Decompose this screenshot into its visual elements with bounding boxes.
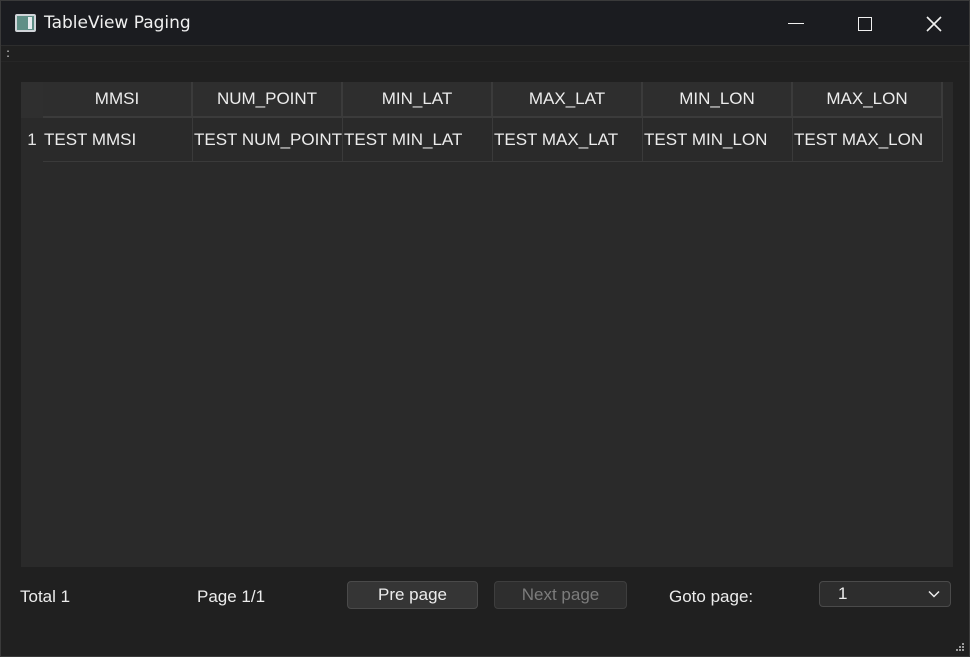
row-header[interactable]: 1 bbox=[21, 118, 43, 162]
table-header: MMSI NUM_POINT MIN_LAT MAX_LAT MIN_LON M… bbox=[43, 82, 943, 118]
paging-footer: Total 1 Page 1/1 Pre page Next page Goto… bbox=[1, 577, 969, 617]
app-window-icon bbox=[15, 14, 36, 32]
table-cell-min-lon[interactable]: TEST MIN_LON bbox=[643, 118, 793, 162]
next-page-button[interactable]: Next page bbox=[494, 581, 627, 609]
minimize-button[interactable] bbox=[761, 1, 831, 46]
previous-page-button[interactable]: Pre page bbox=[347, 581, 478, 609]
table-row[interactable]: TEST MMSI TEST NUM_POINT TEST MIN_LAT TE… bbox=[43, 118, 943, 162]
maximize-icon bbox=[858, 16, 872, 31]
column-header-min-lat[interactable]: MIN_LAT bbox=[343, 82, 493, 118]
close-icon bbox=[926, 15, 942, 32]
table-view[interactable]: MMSI NUM_POINT MIN_LAT MAX_LAT MIN_LON M… bbox=[21, 82, 953, 567]
table-cell-min-lat[interactable]: TEST MIN_LAT bbox=[343, 118, 493, 162]
column-header-max-lat[interactable]: MAX_LAT bbox=[493, 82, 643, 118]
table-cell-max-lon[interactable]: TEST MAX_LON bbox=[793, 118, 943, 162]
column-header-num-point[interactable]: NUM_POINT bbox=[193, 82, 343, 118]
page-indicator-label: Page 1/1 bbox=[197, 587, 266, 606]
close-button[interactable] bbox=[899, 1, 969, 46]
goto-page-value: 1 bbox=[838, 584, 848, 603]
column-header-max-lon[interactable]: MAX_LON bbox=[793, 82, 943, 118]
toolbar-divider bbox=[1, 61, 969, 62]
toolbar-handle[interactable]: : bbox=[6, 47, 10, 59]
column-header-min-lon[interactable]: MIN_LON bbox=[643, 82, 793, 118]
minimize-icon bbox=[788, 23, 804, 24]
table-cell-max-lat[interactable]: TEST MAX_LAT bbox=[493, 118, 643, 162]
resize-grip-icon[interactable] bbox=[955, 642, 965, 652]
goto-page-select[interactable]: 1 bbox=[819, 581, 951, 607]
window-title: TableView Paging bbox=[44, 13, 191, 33]
table-corner-button[interactable] bbox=[21, 82, 43, 118]
title-bar[interactable]: TableView Paging bbox=[1, 1, 969, 46]
total-count-label: Total 1 bbox=[20, 587, 71, 606]
goto-page-label: Goto page: bbox=[669, 587, 754, 606]
chevron-down-icon bbox=[928, 590, 940, 598]
table-cell-num-point[interactable]: TEST NUM_POINT bbox=[193, 118, 343, 162]
column-header-mmsi[interactable]: MMSI bbox=[43, 82, 193, 118]
main-window: TableView Paging : MMSI NUM_POINT MIN_LA… bbox=[0, 0, 970, 657]
table-cell-mmsi[interactable]: TEST MMSI bbox=[43, 118, 193, 162]
maximize-button[interactable] bbox=[830, 1, 900, 46]
